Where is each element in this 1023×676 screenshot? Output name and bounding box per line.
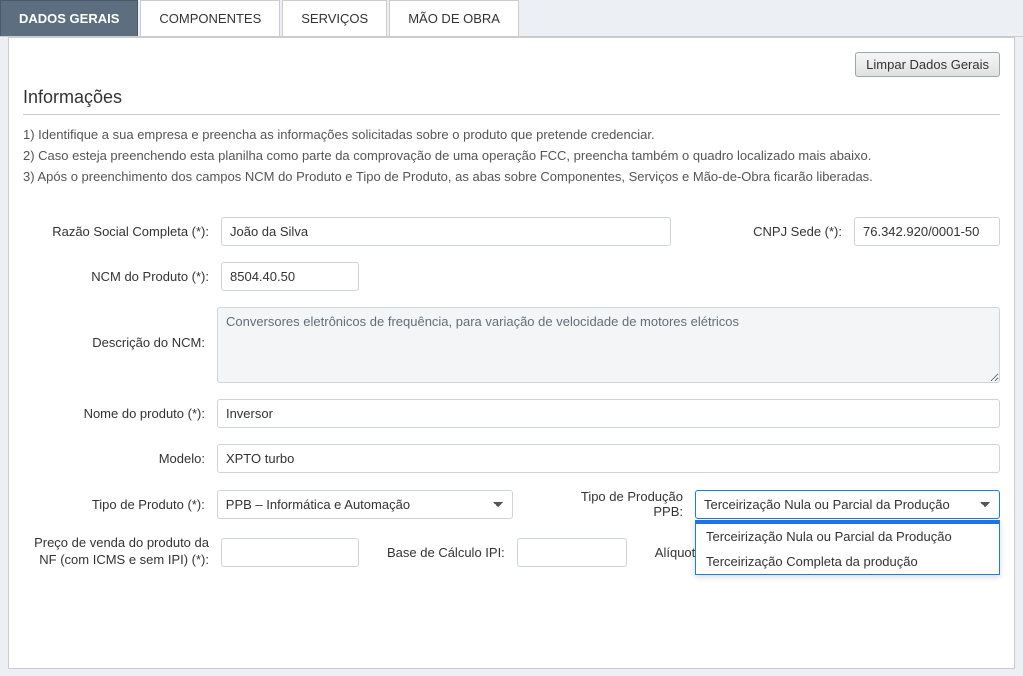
- ncm-input[interactable]: [221, 262, 359, 291]
- tab-servicos[interactable]: SERVIÇOS: [282, 0, 387, 36]
- preco-venda-label: Preço de venda do produto da NF (com ICM…: [23, 535, 213, 569]
- razao-social-input[interactable]: [221, 217, 671, 246]
- tab-mao-de-obra[interactable]: MÃO DE OBRA: [389, 0, 519, 36]
- tipo-producao-dropdown: Terceirização Nula ou Parcial da Produçã…: [695, 520, 1000, 575]
- modelo-label: Modelo:: [23, 451, 209, 466]
- tab-componentes[interactable]: COMPONENTES: [140, 0, 280, 36]
- cnpj-label: CNPJ Sede (*):: [753, 224, 846, 239]
- divider: [23, 114, 1000, 115]
- tab-bar: DADOS GERAIS COMPONENTES SERVIÇOS MÃO DE…: [0, 0, 1023, 37]
- info-line3: 3) Após o preenchimento dos campos NCM d…: [23, 167, 1000, 188]
- tipo-producao-label: Tipo de Produção PPB:: [551, 489, 687, 519]
- base-ipi-input[interactable]: [517, 538, 627, 567]
- nome-produto-input[interactable]: [217, 399, 1000, 428]
- info-section-title: Informações: [23, 87, 1000, 108]
- info-line1: 1) Identifique a sua empresa e preencha …: [23, 125, 1000, 146]
- form: Razão Social Completa (*): CNPJ Sede (*)…: [23, 217, 1000, 569]
- ncm-label: NCM do Produto (*):: [23, 269, 213, 284]
- tab-dados-gerais[interactable]: DADOS GERAIS: [0, 0, 138, 36]
- tipo-produto-label: Tipo de Produto (*):: [23, 497, 209, 512]
- limpar-dados-button[interactable]: Limpar Dados Gerais: [855, 52, 1000, 77]
- info-text: 1) Identifique a sua empresa e preencha …: [23, 125, 1000, 187]
- main-panel: Limpar Dados Gerais Informações 1) Ident…: [8, 37, 1015, 669]
- preco-venda-input[interactable]: [221, 538, 359, 567]
- nome-produto-label: Nome do produto (*):: [23, 406, 209, 421]
- desc-ncm-label: Descrição do NCM:: [23, 307, 209, 350]
- dropdown-option-1[interactable]: Terceirização Completa da produção: [696, 549, 999, 574]
- base-ipi-label: Base de Cálculo IPI:: [387, 545, 509, 560]
- tipo-produto-select[interactable]: PPB – Informática e Automação: [217, 490, 513, 519]
- tipo-producao-select[interactable]: Terceirização Nula ou Parcial da Produçã…: [695, 490, 1000, 519]
- modelo-input[interactable]: [217, 444, 1000, 473]
- info-line2: 2) Caso esteja preenchendo esta planilha…: [23, 146, 1000, 167]
- cnpj-input[interactable]: [854, 217, 1000, 246]
- razao-social-label: Razão Social Completa (*):: [23, 224, 213, 239]
- desc-ncm-textarea[interactable]: Conversores eletrônicos de frequência, p…: [217, 307, 1000, 383]
- dropdown-option-0[interactable]: Terceirização Nula ou Parcial da Produçã…: [696, 524, 999, 549]
